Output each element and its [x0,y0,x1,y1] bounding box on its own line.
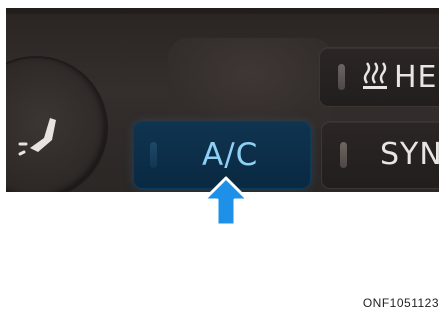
heated-seat-icon [363,62,387,89]
heat-indicator-led [338,64,345,90]
seat-airflow-icon [18,118,56,156]
heat-text: HE [394,60,438,95]
sync-indicator-led [340,142,347,168]
sync-button[interactable]: SYN [322,122,439,188]
up-arrow-icon [202,176,250,227]
climate-control-panel-photo: HE A/C SYN [6,8,439,192]
panel-bulge [168,38,333,128]
heat-button-label: HE [362,60,438,95]
heat-button[interactable]: HE [320,48,439,106]
sync-button-label: SYN [380,137,439,172]
image-code: ONF1051123 [362,296,439,310]
vent-edge [6,8,439,14]
ac-button-label: A/C [202,137,259,173]
ac-indicator-led [150,142,157,168]
